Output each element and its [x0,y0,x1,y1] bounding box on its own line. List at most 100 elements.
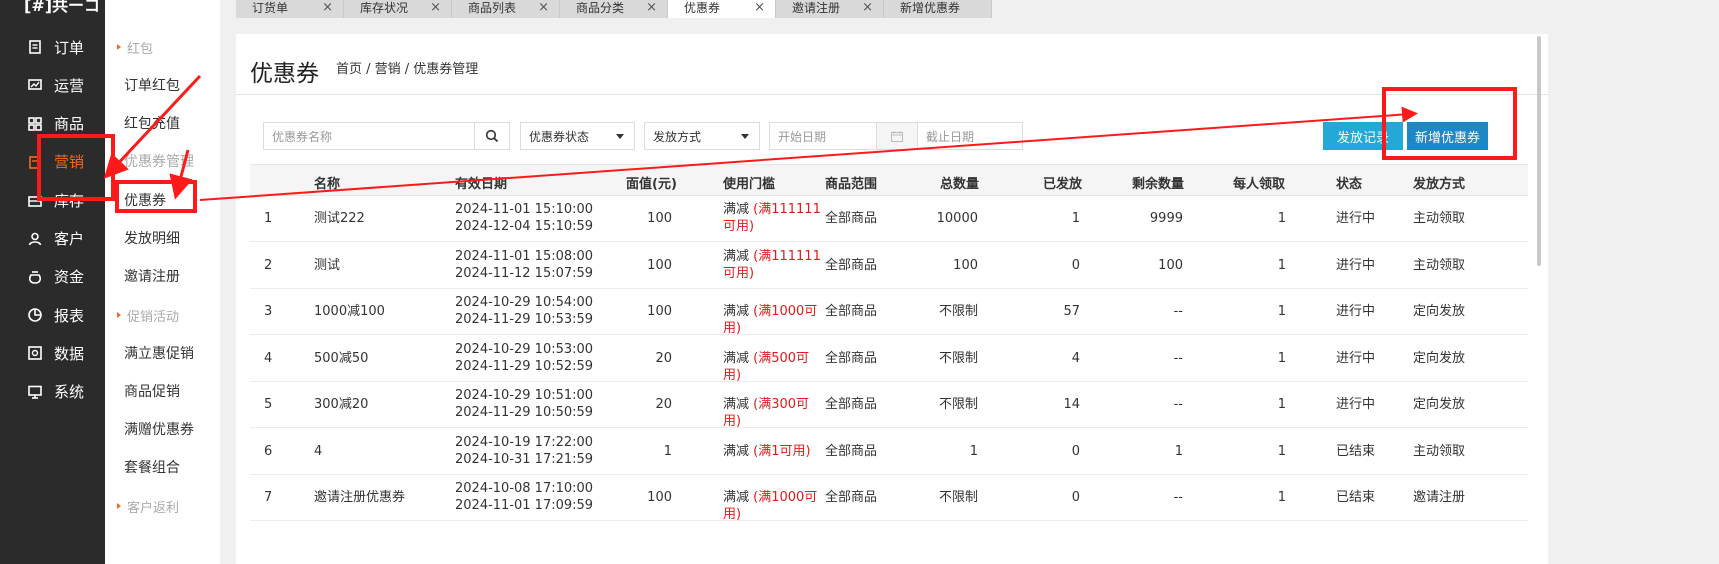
valid-end: 2024-12-04 15:10:59 [455,219,594,234]
valid-start: 2024-10-29 10:53:00 [455,341,594,357]
start-date-input[interactable]: 开始日期 [769,122,877,150]
sub-group-coupon-manage[interactable]: 优惠券管理 [105,144,220,178]
column-header: 已发放 [1043,177,1083,192]
remaining-count: 100 [1158,257,1183,273]
tab-2[interactable]: 商品列表 × [452,0,560,18]
sub-item-package[interactable]: 套餐组合 [105,450,220,484]
goods-scope: 全部商品 [825,211,878,226]
issue-method-select[interactable]: 发放方式 [644,122,760,150]
calendar-button[interactable] [876,122,918,150]
table-row[interactable]: 5 300减20 2024-10-29 10:51:00 2024-11-29 10:… [250,382,1528,429]
add-coupon-button[interactable]: 新增优惠券 [1407,122,1488,150]
table-row[interactable]: 7 邀请注册优惠券 2024-10-08 17:10:00 2024-11-01 17… [250,475,1528,522]
end-date-input[interactable]: 截止日期 [917,122,1023,150]
close-icon[interactable]: × [646,1,657,14]
nav-item-order[interactable]: 订单 [0,28,105,66]
sub-item-gift-coupon[interactable]: 满赠优惠券 [105,412,220,446]
valid-start: 2024-10-19 17:22:00 [455,434,594,450]
sub-item-hongbao-recharge[interactable]: 红包充值 [105,106,220,140]
goods-icon [26,116,44,132]
face-value: 100 [647,304,672,319]
nav-item-stock[interactable]: 库存 [0,181,105,219]
table-row[interactable]: 1 测试222 2024-11-01 15:10:00 2024-12-04 15:1… [250,196,1528,242]
close-icon[interactable]: × [538,1,549,14]
nav-item-label: 订单 [54,38,85,57]
use-condition: (满1可用) [753,443,811,459]
stock-icon [26,192,44,208]
tab-0[interactable]: 订货单 × [236,0,344,18]
sub-group-hongbao[interactable]: 红包 [105,32,220,62]
close-icon[interactable]: × [862,1,873,14]
total-quantity: 100 [953,257,978,273]
valid-start: 2024-11-01 15:08:00 [455,248,594,264]
left-nav: [#]共ーコ 订单 运营 商品 营销 库存 客户 资金 报表 数据 系统 [0,0,105,564]
coupon-name: 300减20 [314,397,369,412]
tab-6[interactable]: 新增优惠券 [884,0,992,18]
sub-group-customer-rebate[interactable]: 客户返利 [105,491,220,521]
tab-bar: 订货单 × 库存状况 × 商品列表 × 商品分类 × 优惠券 × 邀请注册 × 新增优惠券 [236,0,992,18]
coupon-name: 测试222 [314,211,365,226]
sub-item-order-hongbao[interactable]: 订单红包 [105,68,220,102]
remaining-count: -- [1173,350,1183,366]
coupon-name-input[interactable]: 优惠券名称 [263,122,475,150]
nav-item-goods[interactable]: 商品 [0,105,105,143]
face-value: 20 [655,350,672,366]
table-row[interactable]: 6 4 2024-10-19 17:22:00 2024-10-31 17:21:59… [250,429,1528,475]
column-header: 每人领取 [1233,177,1286,192]
valid-start: 2024-10-29 10:51:00 [455,388,594,403]
goods-scope: 全部商品 [825,443,878,459]
search-button[interactable] [474,122,510,150]
coupon-status-select[interactable]: 优惠券状态 [520,122,635,150]
tab-label: 库存状况 [360,1,409,15]
sub-group-promotion[interactable]: 促销活动 [105,300,220,330]
nav-item-marketing[interactable]: 营销 [0,143,105,181]
close-icon[interactable]: × [430,1,441,14]
nav-item-data[interactable]: 数据 [0,334,105,372]
sub-item-goods-promotion[interactable]: 商品促销 [105,374,220,408]
issued-count: 14 [1063,397,1080,412]
table-row[interactable]: 3 1000减100 2024-10-29 10:54:00 2024-11-29 1… [250,289,1528,336]
remaining-count: 1 [1174,443,1183,459]
nav-item-system[interactable]: 系统 [0,373,105,411]
issued-count: 0 [1071,257,1080,273]
nav-item-label: 库存 [54,191,85,210]
breadcrumb: 首页 / 营销 / 优惠券管理 [336,62,479,77]
tab-3[interactable]: 商品分类 × [560,0,668,18]
sub-item-invite-register[interactable]: 邀请注册 [105,259,220,293]
total-quantity: 10000 [936,211,978,226]
coupon-name: 1000减100 [314,304,385,319]
tab-label: 商品列表 [468,1,517,15]
vertical-scrollbar[interactable] [1537,36,1541,266]
issue-method: 主动领取 [1413,211,1466,226]
close-icon[interactable]: × [754,1,765,14]
valid-start: 2024-10-08 17:10:00 [455,481,594,496]
tab-label: 新增优惠券 [900,1,961,15]
coupon-name: 500减50 [314,350,369,366]
issue-method: 邀请注册 [1413,490,1466,505]
close-icon[interactable]: × [322,1,333,14]
row-index: 5 [264,397,273,412]
tab-4[interactable]: 优惠券 × [668,0,776,18]
face-value: 20 [655,397,672,412]
issue-method: 定向发放 [1413,397,1466,412]
status-text: 已结束 [1336,443,1376,459]
nav-item-report[interactable]: 报表 [0,296,105,334]
table-row[interactable]: 2 测试 2024-11-01 15:08:00 2024-11-12 15:07:5… [250,243,1528,289]
sub-item-coupon[interactable]: 优惠券 [105,183,220,217]
valid-end: 2024-11-29 10:53:59 [455,312,594,327]
face-value: 1 [663,443,672,459]
nav-item-customer[interactable]: 客户 [0,220,105,258]
status-text: 进行中 [1336,257,1376,273]
coupon-name: 邀请注册优惠券 [314,490,406,505]
sub-item-full-discount[interactable]: 满立惠促销 [105,336,220,370]
issue-record-button[interactable]: 发放记录 [1323,122,1403,150]
table-row[interactable]: 4 500减50 2024-10-29 10:53:00 2024-11-29 10:… [250,336,1528,383]
nav-item-money[interactable]: 资金 [0,258,105,296]
tab-1[interactable]: 库存状况 × [344,0,452,18]
tab-5[interactable]: 邀请注册 × [776,0,884,18]
sub-item-issue-detail[interactable]: 发放明细 [105,221,220,255]
nav-item-operation[interactable]: 运营 [0,66,105,104]
row-index: 4 [264,350,273,366]
valid-end: 2024-10-31 17:21:59 [455,451,594,467]
total-quantity: 不限制 [938,397,978,412]
